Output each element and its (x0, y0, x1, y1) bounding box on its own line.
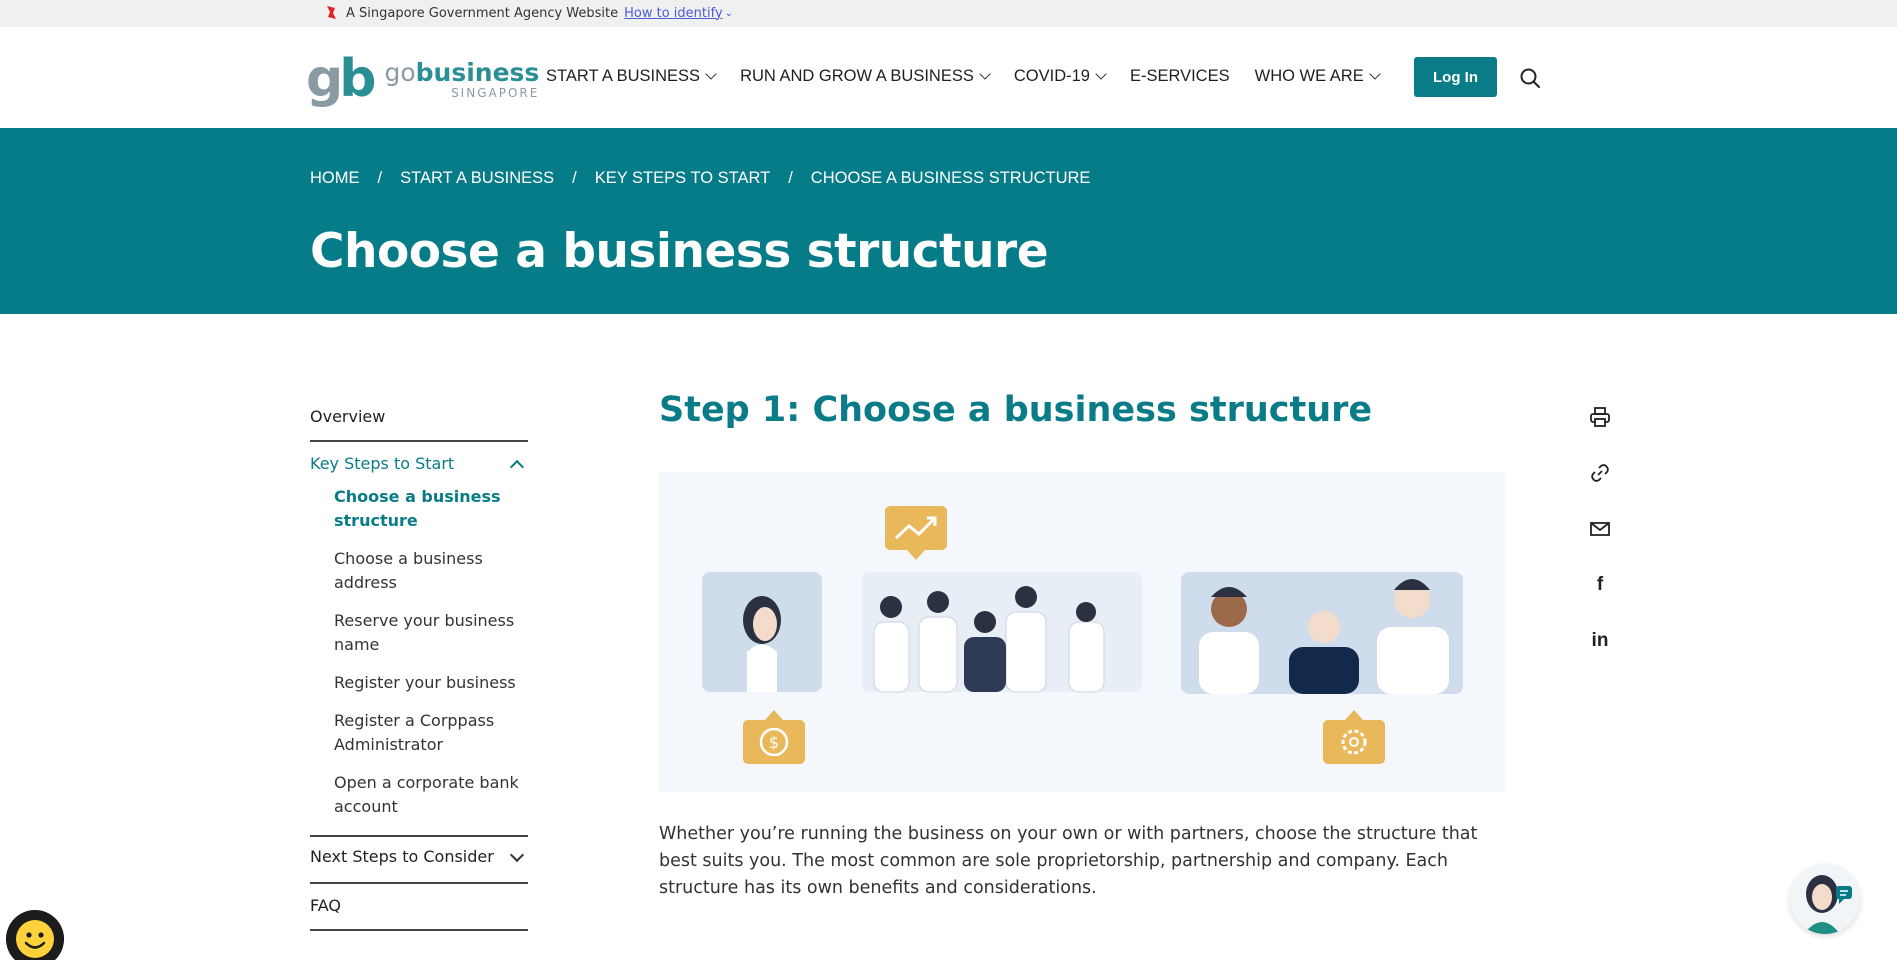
main-content: Step 1: Choose a business structure $ Wh… (659, 390, 1505, 898)
gobusiness-logo[interactable]: gb gobusiness SINGAPORE (306, 53, 539, 105)
masthead-text: A Singapore Government Agency Website (346, 5, 619, 21)
facebook-icon[interactable]: f (1588, 573, 1612, 597)
breadcrumb-start-a-business[interactable]: START A BUSINESS (400, 169, 554, 188)
sidebar-item-overview[interactable]: Overview (310, 398, 528, 442)
breadcrumb-home[interactable]: HOME (310, 169, 360, 188)
sidebar-subitem-register-business[interactable]: Register your business (310, 671, 528, 695)
chevron-down-icon (1369, 68, 1381, 80)
chevron-down-icon (1095, 68, 1107, 80)
logo-tagline: SINGAPORE (451, 85, 540, 100)
nav-e-services[interactable]: E-SERVICES (1130, 67, 1230, 86)
feedback-smiley-icon[interactable] (6, 910, 64, 960)
lion-head-icon (327, 6, 336, 19)
linkedin-icon[interactable]: in (1588, 629, 1612, 653)
sidebar-item-faq[interactable]: FAQ (310, 884, 528, 931)
nav-run-and-grow[interactable]: RUN AND GROW A BUSINESS (740, 67, 991, 86)
search-icon[interactable] (1519, 67, 1541, 89)
chatbot-avatar-icon[interactable] (1790, 864, 1860, 934)
business-structure-illustration: $ (659, 472, 1505, 792)
email-icon[interactable] (1588, 517, 1612, 541)
sidebar-subitem-choose-address[interactable]: Choose a business address (310, 547, 528, 595)
how-to-identify-link[interactable]: How to identify (624, 6, 723, 21)
sidebar-section-next-steps[interactable]: Next Steps to Consider (310, 837, 528, 884)
gov-masthead: A Singapore Government Agency Website Ho… (0, 0, 1897, 27)
sidebar-subitem-bank-account[interactable]: Open a corporate bank account (310, 771, 528, 819)
main-nav: START A BUSINESS RUN AND GROW A BUSINESS… (546, 67, 1404, 86)
chevron-down-icon (705, 68, 717, 80)
logo-mark: gb (306, 49, 376, 109)
print-icon[interactable] (1588, 405, 1612, 429)
nav-start-a-business[interactable]: START A BUSINESS (546, 67, 717, 86)
sidebar-subitem-corppass[interactable]: Register a Corppass Administrator (310, 709, 528, 757)
link-icon[interactable] (1588, 461, 1612, 485)
breadcrumb-current: CHOOSE A BUSINESS STRUCTURE (810, 169, 1091, 187)
sidebar-nav: Overview Key Steps to Start Choose a bus… (310, 398, 528, 931)
chevron-down-icon (979, 68, 991, 80)
sidebar-subitem-choose-structure[interactable]: Choose a business structure (310, 485, 528, 533)
intro-paragraph: Whether you’re running the business on y… (659, 824, 1478, 898)
breadcrumb: HOME / START A BUSINESS / KEY STEPS TO S… (310, 169, 1091, 188)
share-toolbar: f in (1588, 405, 1612, 685)
site-header: gb gobusiness SINGAPORE START A BUSINESS… (0, 27, 1897, 128)
chevron-down-icon (509, 847, 525, 862)
page-hero: HOME / START A BUSINESS / KEY STEPS TO S… (0, 128, 1897, 314)
breadcrumb-key-steps[interactable]: KEY STEPS TO START (595, 169, 770, 188)
sidebar-subitem-reserve-name[interactable]: Reserve your business name (310, 609, 528, 657)
chevron-up-icon (509, 459, 525, 474)
login-button[interactable]: Log In (1414, 57, 1497, 97)
svg-text:$: $ (769, 733, 779, 752)
step-heading: Step 1: Choose a business structure (659, 390, 1373, 430)
nav-covid-19[interactable]: COVID-19 (1014, 67, 1107, 86)
chevron-down-icon[interactable]: ⌄ (725, 8, 733, 19)
nav-who-we-are[interactable]: WHO WE ARE (1255, 67, 1381, 86)
page-title: Choose a business structure (310, 224, 1049, 279)
sidebar-section-key-steps[interactable]: Key Steps to Start (310, 442, 528, 485)
